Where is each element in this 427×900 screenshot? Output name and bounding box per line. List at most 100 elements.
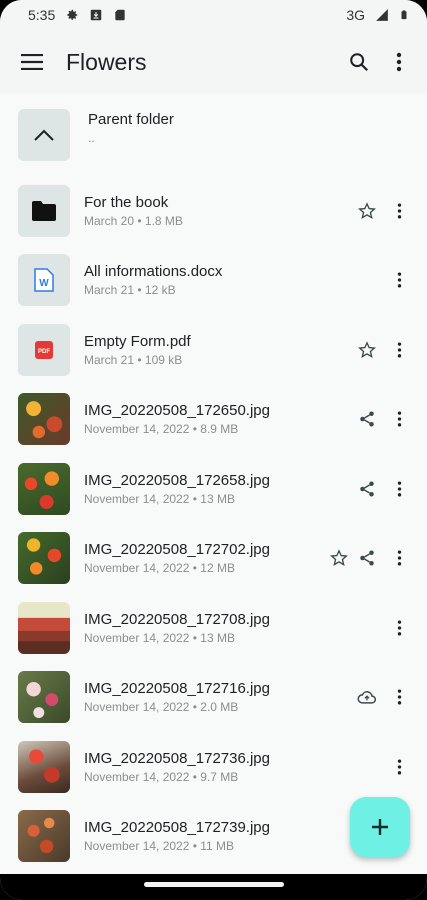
parent-folder-thumb bbox=[18, 109, 70, 161]
star-outline-icon bbox=[358, 341, 376, 358]
file-meta: November 14, 2022 • 9.7 MB bbox=[84, 769, 239, 784]
status-bar: 5:35 3G bbox=[0, 0, 427, 30]
cloud-upload-status[interactable] bbox=[353, 683, 381, 711]
item-menu-button[interactable] bbox=[381, 679, 417, 715]
menu-button[interactable] bbox=[18, 42, 46, 82]
star-outline-icon bbox=[330, 549, 348, 567]
svg-text:W: W bbox=[39, 278, 49, 289]
file-meta: November 14, 2022 • 13 MB bbox=[84, 630, 235, 645]
file-name: For the book bbox=[84, 193, 169, 211]
favorite-button[interactable] bbox=[353, 197, 381, 225]
file-name: IMG_20220508_172716.jpg bbox=[84, 680, 270, 698]
more-vert-icon bbox=[397, 759, 401, 775]
svg-text:PDF: PDF bbox=[38, 349, 50, 355]
chevron-up-icon bbox=[34, 129, 54, 141]
overflow-menu-button[interactable] bbox=[379, 42, 419, 82]
more-vert-icon bbox=[397, 342, 401, 358]
download-notification-icon bbox=[91, 9, 102, 21]
favorite-button[interactable] bbox=[325, 544, 353, 572]
list-item[interactable]: IMG_20220508_172736.jpg November 14, 202… bbox=[0, 732, 427, 802]
item-menu-button[interactable] bbox=[381, 540, 417, 576]
more-vert-icon bbox=[397, 689, 401, 705]
item-menu-button[interactable] bbox=[381, 401, 417, 437]
file-meta: March 21 • 12 kB bbox=[84, 283, 176, 298]
list-item[interactable]: IMG_20220508_172702.jpg November 14, 202… bbox=[0, 524, 427, 594]
image-thumbnail bbox=[18, 671, 70, 724]
list-item[interactable]: PDF Empty Form.pdf March 21 • 109 kB bbox=[0, 315, 427, 385]
item-menu-button[interactable] bbox=[381, 262, 417, 298]
share-button[interactable] bbox=[353, 475, 381, 503]
file-meta: November 14, 2022 • 2.0 MB bbox=[84, 700, 239, 715]
share-icon bbox=[360, 550, 374, 566]
list-item[interactable]: W All informations.docx March 21 • 12 kB bbox=[0, 246, 427, 316]
more-vert-icon bbox=[397, 272, 401, 288]
more-vert-icon bbox=[397, 203, 401, 219]
add-fab-button[interactable] bbox=[350, 797, 410, 857]
item-menu-button[interactable] bbox=[381, 749, 417, 785]
list-item[interactable]: IMG_20220508_172658.jpg November 14, 202… bbox=[0, 454, 427, 524]
file-meta: March 21 • 109 kB bbox=[84, 352, 183, 367]
file-name: IMG_20220508_172736.jpg bbox=[84, 749, 270, 767]
item-menu-button[interactable] bbox=[381, 610, 417, 646]
folder-thumb bbox=[18, 184, 70, 237]
image-thumbnail bbox=[18, 532, 70, 585]
pdf-thumb: PDF bbox=[18, 323, 70, 376]
folder-icon bbox=[32, 200, 56, 221]
battery-icon bbox=[401, 10, 407, 20]
settings-icon bbox=[67, 9, 78, 20]
pdf-icon: PDF bbox=[35, 340, 53, 359]
image-thumbnail bbox=[18, 462, 70, 515]
parent-folder-label: Parent folder bbox=[88, 111, 174, 128]
image-thumbnail bbox=[18, 601, 70, 654]
share-icon bbox=[360, 411, 374, 427]
file-name: IMG_20220508_172708.jpg bbox=[84, 610, 270, 628]
docx-thumb: W bbox=[18, 254, 70, 307]
file-meta: November 14, 2022 • 8.9 MB bbox=[84, 422, 239, 437]
favorite-button[interactable] bbox=[353, 336, 381, 364]
gesture-handle[interactable] bbox=[143, 882, 284, 887]
parent-folder-sub: .. bbox=[88, 131, 95, 145]
sd-card-icon bbox=[115, 9, 125, 21]
search-button[interactable] bbox=[339, 42, 379, 82]
item-menu-button[interactable] bbox=[381, 471, 417, 507]
more-vert-icon bbox=[397, 620, 401, 636]
more-vert-icon bbox=[396, 52, 402, 72]
file-name: Empty Form.pdf bbox=[84, 332, 191, 350]
image-thumbnail bbox=[18, 740, 70, 793]
network-type: 3G bbox=[346, 7, 365, 23]
word-document-icon: W bbox=[34, 268, 54, 292]
system-nav-bar bbox=[0, 874, 427, 900]
search-icon bbox=[350, 53, 369, 72]
app-bar: Flowers bbox=[0, 30, 427, 94]
file-name: All informations.docx bbox=[84, 263, 223, 281]
more-vert-icon bbox=[397, 550, 401, 566]
list-item[interactable]: For the book March 20 • 1.8 MB bbox=[0, 176, 427, 246]
list-item[interactable]: IMG_20220508_172650.jpg November 14, 202… bbox=[0, 385, 427, 455]
signal-icon bbox=[376, 9, 388, 21]
star-outline-icon bbox=[358, 202, 376, 219]
more-vert-icon bbox=[397, 481, 401, 497]
share-button[interactable] bbox=[353, 405, 381, 433]
page-title: Flowers bbox=[66, 48, 147, 75]
file-list: Parent folder .. For the book March 20 •… bbox=[0, 94, 427, 871]
file-name: IMG_20220508_172658.jpg bbox=[84, 471, 270, 489]
image-thumbnail bbox=[18, 393, 70, 446]
file-meta: November 14, 2022 • 13 MB bbox=[84, 491, 235, 506]
list-item[interactable]: IMG_20220508_172708.jpg November 14, 202… bbox=[0, 593, 427, 663]
status-time: 5:35 bbox=[28, 7, 56, 23]
more-vert-icon bbox=[397, 411, 401, 427]
file-name: IMG_20220508_172650.jpg bbox=[84, 402, 270, 420]
list-item[interactable]: IMG_20220508_172716.jpg November 14, 202… bbox=[0, 663, 427, 733]
plus-icon bbox=[372, 819, 388, 835]
hamburger-icon bbox=[21, 54, 43, 70]
file-name: IMG_20220508_172702.jpg bbox=[84, 541, 270, 559]
parent-folder-row[interactable]: Parent folder .. bbox=[0, 94, 427, 176]
file-meta: March 20 • 1.8 MB bbox=[84, 213, 183, 228]
item-menu-button[interactable] bbox=[381, 193, 417, 229]
cloud-upload-icon bbox=[357, 691, 376, 704]
file-meta: November 14, 2022 • 12 MB bbox=[84, 561, 235, 576]
item-menu-button[interactable] bbox=[381, 332, 417, 368]
share-button[interactable] bbox=[353, 544, 381, 572]
screen: 5:35 3G Flowers Parent folder .. For the… bbox=[0, 0, 427, 900]
share-icon bbox=[360, 481, 374, 497]
